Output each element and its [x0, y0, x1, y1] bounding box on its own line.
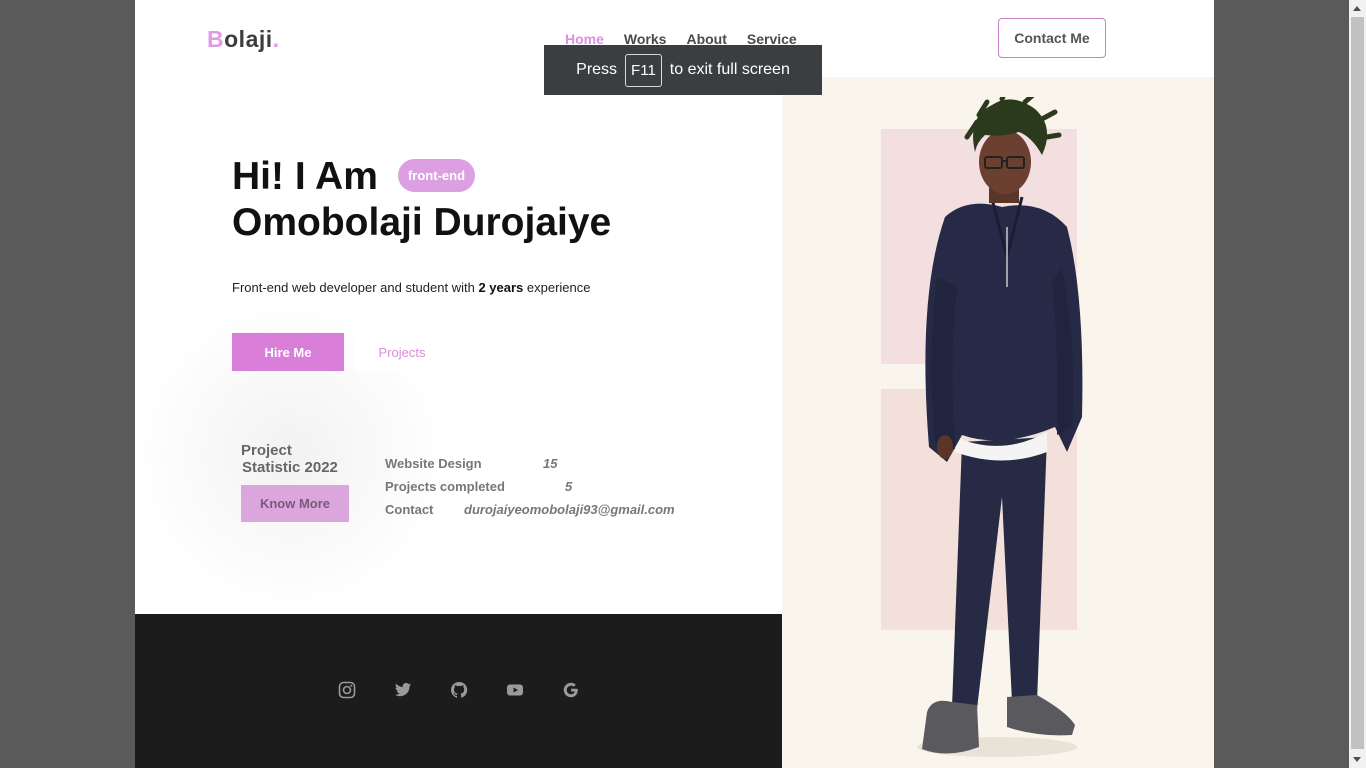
- role-badge: front-end: [398, 159, 475, 192]
- know-more-button[interactable]: Know More: [241, 485, 349, 522]
- logo-text: olaji: [224, 26, 273, 52]
- scroll-up-icon[interactable]: [1353, 6, 1361, 11]
- toast-press-text: Press: [576, 61, 618, 78]
- fullscreen-toast: Press F11 to exit full screen: [544, 45, 822, 95]
- stat-value-website-design: 15: [543, 456, 558, 471]
- projects-button[interactable]: Projects: [354, 333, 450, 371]
- hire-me-button[interactable]: Hire Me: [232, 333, 344, 371]
- subtitle-years: 2 years: [478, 280, 524, 295]
- stat-title-line1: Project: [241, 442, 292, 459]
- developer-illustration: [917, 97, 1083, 757]
- subtitle-text-end: experience: [523, 280, 591, 295]
- footer: [135, 614, 782, 768]
- stat-label-projects-completed: Projects completed: [385, 479, 505, 494]
- contact-email-link[interactable]: durojaiyeomobolaji93@gmail.com: [464, 502, 675, 517]
- hero-image-panel: [782, 77, 1214, 768]
- scroll-down-icon[interactable]: [1353, 757, 1361, 762]
- contact-me-button[interactable]: Contact Me: [998, 18, 1106, 58]
- stat-label-contact: Contact: [385, 502, 434, 517]
- subtitle-text: Front-end web developer and student with: [232, 280, 479, 295]
- google-icon[interactable]: [562, 681, 580, 699]
- logo-initial: B: [207, 26, 225, 52]
- logo-dot: .: [272, 26, 280, 52]
- toast-exit-text: to exit full screen: [669, 61, 790, 78]
- scrollbar-thumb[interactable]: [1351, 17, 1364, 749]
- github-icon[interactable]: [450, 681, 468, 699]
- stat-title: Project Statistic 2022: [241, 442, 351, 476]
- toast-key-f11: F11: [625, 53, 662, 87]
- page: Bolaji. Home Works About Service Contact…: [135, 0, 1214, 768]
- youtube-icon[interactable]: [506, 681, 524, 699]
- vertical-scrollbar[interactable]: [1349, 0, 1366, 768]
- hero-heading-name: Omobolaji Durojaiye: [232, 201, 612, 244]
- twitter-icon[interactable]: [394, 681, 412, 699]
- instagram-icon[interactable]: [338, 681, 356, 699]
- logo[interactable]: Bolaji.: [207, 26, 280, 53]
- stat-value-projects-completed: 5: [565, 479, 573, 494]
- hero-subtitle: Front-end web developer and student with…: [232, 280, 590, 295]
- stat-title-line2: Statistic 2022: [242, 459, 338, 476]
- stat-label-website-design: Website Design: [385, 456, 482, 471]
